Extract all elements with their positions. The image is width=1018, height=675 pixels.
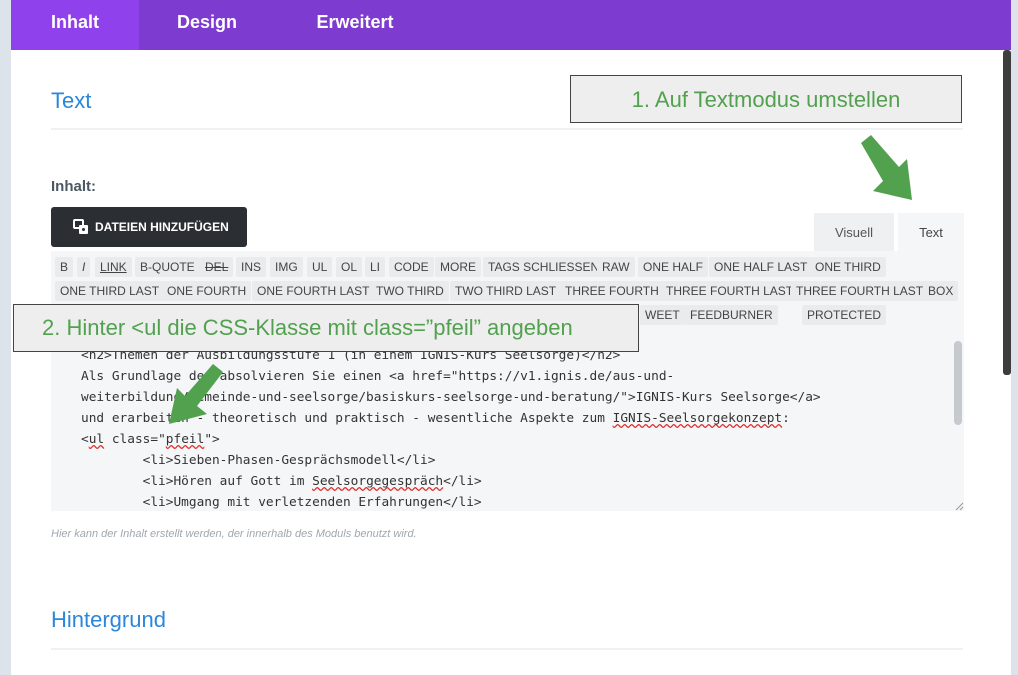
qt-ins-button[interactable]: INS bbox=[236, 257, 267, 277]
qt-img-button[interactable]: IMG bbox=[270, 257, 303, 277]
annotation-step-1: 1. Auf Textmodus umstellen bbox=[570, 75, 962, 123]
editor-scrollbar[interactable] bbox=[954, 341, 962, 425]
annotation-step-2: 2. Hinter <ul die CSS-Klasse mit class=”… bbox=[13, 304, 639, 352]
tab-erweitert[interactable]: Erweitert bbox=[301, 0, 409, 50]
qt-raw-button[interactable]: RAW bbox=[597, 257, 635, 277]
code-line: <li>Umgang mit verletzenden Erfahrungen<… bbox=[81, 495, 482, 510]
qt-close-tags-button[interactable]: TAGS SCHLIESSEN bbox=[483, 257, 605, 277]
qt-blockquote-button[interactable]: B-QUOTE bbox=[135, 257, 200, 277]
section-title-text[interactable]: Text bbox=[51, 88, 91, 114]
qt-del-button[interactable]: DEL bbox=[200, 257, 234, 277]
code-line: <ul class="pfeil"> bbox=[81, 432, 220, 447]
tab-text-mode[interactable]: Text bbox=[898, 213, 964, 251]
qt-li-button[interactable]: LI bbox=[365, 257, 386, 277]
arrow-down-left-icon bbox=[169, 364, 223, 424]
resize-handle-icon[interactable] bbox=[954, 501, 964, 511]
qt-ul-button[interactable]: UL bbox=[307, 257, 333, 277]
media-icon bbox=[73, 219, 88, 234]
qt-italic-button[interactable]: I bbox=[77, 257, 91, 277]
arrow-down-right-icon bbox=[861, 135, 912, 200]
qt-link-button[interactable]: LINK bbox=[95, 257, 132, 277]
qt-bold-button[interactable]: B bbox=[55, 257, 74, 277]
qt-one-half-button[interactable]: ONE HALF bbox=[638, 257, 709, 277]
section-divider bbox=[51, 648, 963, 650]
qt-feedburner-button[interactable]: FEEDBURNER bbox=[685, 305, 778, 325]
section-divider bbox=[51, 128, 963, 130]
qt-two-third-last-button[interactable]: TWO THIRD LAST bbox=[450, 281, 562, 301]
qt-tweet-button[interactable]: WEET bbox=[640, 305, 685, 325]
code-line: <li>Hören auf Gott im Seelsorgegespräch<… bbox=[81, 474, 482, 489]
section-title-background[interactable]: Hintergrund bbox=[51, 607, 166, 633]
tab-design[interactable]: Design bbox=[151, 0, 263, 50]
content-label: Inhalt: bbox=[51, 178, 96, 195]
panel-scrollbar[interactable] bbox=[1003, 50, 1011, 375]
qt-three-fourth-button[interactable]: THREE FOURTH bbox=[560, 281, 664, 301]
settings-tab-bar: Inhalt Design Erweitert bbox=[11, 0, 1011, 50]
qt-one-fourth-last-button[interactable]: ONE FOURTH LAST bbox=[252, 281, 375, 301]
qt-one-half-last-button[interactable]: ONE HALF LAST bbox=[709, 257, 813, 277]
tab-visual-mode[interactable]: Visuell bbox=[814, 213, 894, 251]
add-files-button[interactable]: DATEIEN HINZUFÜGEN bbox=[51, 207, 247, 247]
qt-code-button[interactable]: CODE bbox=[389, 257, 434, 277]
qt-more-button[interactable]: MORE bbox=[435, 257, 481, 277]
qt-box-button[interactable]: BOX bbox=[923, 281, 959, 301]
qt-one-third-last-button[interactable]: ONE THIRD LAST bbox=[55, 281, 165, 301]
tab-inhalt[interactable]: Inhalt bbox=[11, 0, 139, 50]
qt-one-third-button[interactable]: ONE THIRD bbox=[810, 257, 886, 277]
qt-three-fourth-last-button-2[interactable]: THREE FOURTH LAST bbox=[791, 281, 929, 301]
code-line: <li>Sieben-Phasen-Gesprächsmodell</li> bbox=[81, 453, 436, 468]
content-description: Hier kann der Inhalt erstellt werden, de… bbox=[51, 528, 417, 540]
qt-protected-button[interactable]: PROTECTED bbox=[802, 305, 887, 325]
add-files-label: DATEIEN HINZUFÜGEN bbox=[95, 220, 229, 234]
qt-one-fourth-button[interactable]: ONE FOURTH bbox=[162, 281, 252, 301]
qt-two-third-button[interactable]: TWO THIRD bbox=[371, 281, 449, 301]
qt-ol-button[interactable]: OL bbox=[336, 257, 363, 277]
qt-three-fourth-last-button[interactable]: THREE FOURTH LAST bbox=[661, 281, 799, 301]
